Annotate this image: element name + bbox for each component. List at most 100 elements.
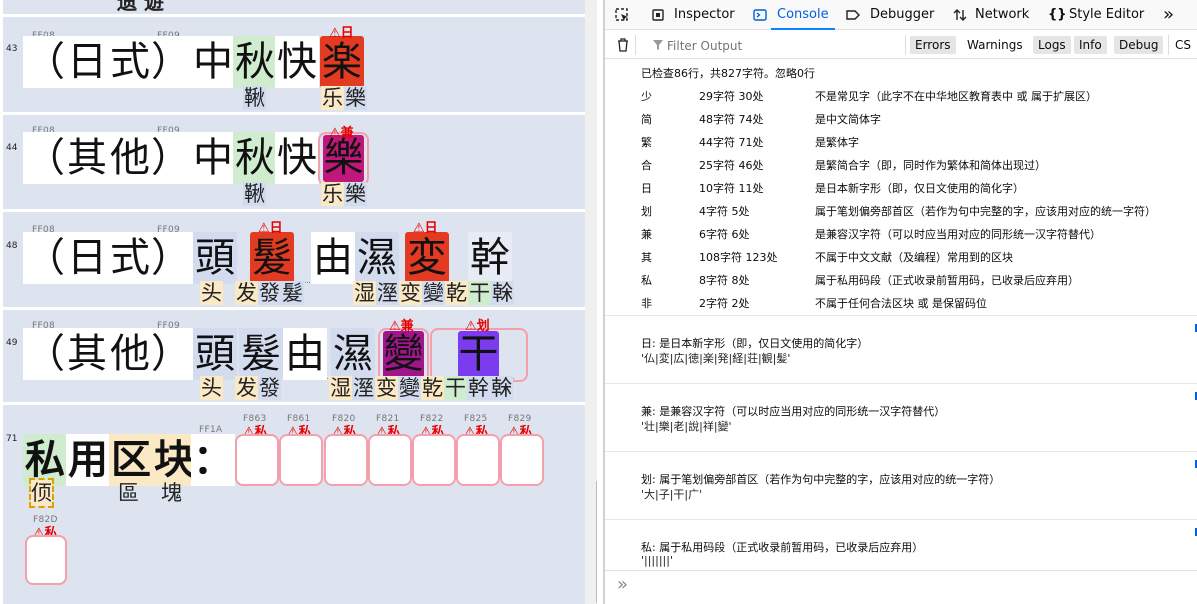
char-compat[interactable]: 變 <box>383 331 424 378</box>
char[interactable]: 式 <box>108 232 152 284</box>
line-number: 71 <box>6 434 18 444</box>
line-43: 43 FF08 FF09 （ 日 式 ） 中 秋 快 楽 ⚠日 鞦 乐樂 <box>3 17 585 112</box>
char[interactable]: 快 <box>275 36 319 88</box>
char-japanese[interactable]: 楽 <box>320 36 364 88</box>
filter-debug-button[interactable]: Debug <box>1114 36 1164 54</box>
char-private-use[interactable] <box>324 434 368 486</box>
editor-scrollbar-thumb[interactable] <box>596 480 597 604</box>
char[interactable]: 中 <box>191 132 235 184</box>
stat-row: 简 48字符 74处 是中文简体字 <box>605 108 1197 131</box>
char-simplified[interactable]: 区 <box>109 434 153 486</box>
char[interactable]: 其 <box>65 132 109 184</box>
char-japanese[interactable]: 変 <box>405 232 449 284</box>
char-compat[interactable]: 樂 <box>323 135 364 182</box>
char-traditional[interactable]: 濕 <box>355 232 399 284</box>
stat-desc: 是中文简体字 <box>815 113 881 126</box>
stat-row: 日 10字符 11处 是日本新字形（即，仅日文使用的简化字） <box>605 177 1197 200</box>
tab-style-editor[interactable]: Style Editor <box>1069 0 1144 30</box>
char[interactable]: 其 <box>65 328 109 380</box>
char[interactable]: （ <box>23 232 67 284</box>
more-tools-chevron-icon[interactable]: » <box>1163 0 1174 30</box>
char-private-use[interactable] <box>279 434 323 486</box>
tab-network[interactable]: Network <box>975 0 1029 30</box>
stat-desc: 属于私用码段（正式收录前暂用码，已收录后应弃用） <box>815 274 1079 287</box>
style-editor-icon: {} <box>1048 7 1067 22</box>
line-number: 48 <box>6 241 18 251</box>
char[interactable]: 他 <box>108 328 152 380</box>
char[interactable]: ） <box>149 232 193 284</box>
log-group: 兼: 是兼容汉字符（可以时应当用对应的同形统一汉字符替代） '壮|樂|老|說|祥… <box>605 383 1197 451</box>
line-fragment: 遗 遊 <box>3 0 585 14</box>
log-value[interactable]: '壮|樂|老|說|祥|變' <box>641 418 732 434</box>
console-input[interactable]: » <box>605 570 1197 604</box>
filter-output-input[interactable] <box>667 37 897 54</box>
line-number: 49 <box>6 338 18 348</box>
filter-css-button[interactable]: CS <box>1173 36 1191 54</box>
char-private-use[interactable] <box>500 434 544 486</box>
log-value[interactable]: '⼤|⼦|⼲|⼴' <box>641 486 702 502</box>
char-japanese[interactable]: 髮 <box>250 232 294 284</box>
filter-warnings-button[interactable]: Warnings <box>962 36 1028 54</box>
char-traditional[interactable]: 頭 <box>193 232 237 284</box>
warning-badge: ⚠日 <box>258 221 283 236</box>
char[interactable]: 用 <box>66 434 110 486</box>
char[interactable]: ： <box>191 434 235 486</box>
char-simplified[interactable]: 块 <box>152 434 196 486</box>
char-traditional[interactable]: 髮 <box>239 328 283 380</box>
stat-count: 108字符 123处 <box>699 251 778 264</box>
debugger-icon <box>846 10 860 20</box>
char[interactable]: （ <box>23 328 67 380</box>
char[interactable]: 中 <box>191 36 235 88</box>
char[interactable]: 由 <box>311 232 355 284</box>
char-private-use[interactable] <box>456 434 500 486</box>
char[interactable]: 他 <box>108 132 152 184</box>
tab-debugger[interactable]: Debugger <box>870 0 934 30</box>
char[interactable]: （ <box>23 132 67 184</box>
tab-inspector[interactable]: Inspector <box>674 0 735 30</box>
warning-badge: ⚠日 <box>413 221 438 236</box>
log-title: 日: 是日本新字形（即，仅日文使用的简化字） <box>641 337 869 350</box>
variant-sub: 乐樂 <box>321 86 367 110</box>
char-private-use[interactable] <box>368 434 412 486</box>
char[interactable]: 日 <box>65 232 109 284</box>
variant-sub: 鞦 <box>243 86 266 110</box>
char[interactable]: 日 <box>65 36 109 88</box>
inspector-icon <box>652 9 664 21</box>
element-picker-icon[interactable] <box>615 8 629 22</box>
char[interactable]: ） <box>149 132 193 184</box>
char[interactable]: ） <box>149 328 193 380</box>
char[interactable]: 快 <box>275 132 319 184</box>
tab-console[interactable]: Console <box>771 0 835 30</box>
char[interactable]: 由 <box>283 328 327 380</box>
line-number: 44 <box>6 143 18 153</box>
warning-badge: ⚠兼 <box>329 126 354 141</box>
char-traditional[interactable]: 幹 <box>468 232 512 284</box>
divider <box>905 35 906 55</box>
filter-info-button[interactable]: Info <box>1074 36 1107 54</box>
trash-icon[interactable] <box>616 37 630 53</box>
filter-errors-button[interactable]: Errors <box>910 36 956 54</box>
char-private-use[interactable] <box>412 434 456 486</box>
log-value[interactable]: '|||||||' <box>641 554 673 567</box>
char-simplified[interactable]: 私 <box>23 434 67 486</box>
char-simplified[interactable]: 秋 <box>233 36 277 88</box>
char-private-use[interactable] <box>25 535 67 585</box>
log-title: 兼: 是兼容汉字符（可以时应当用对应的同形统一汉字符替代） <box>641 405 946 418</box>
char[interactable]: 式 <box>108 36 152 88</box>
char-traditional[interactable]: 頭 <box>193 328 237 380</box>
char-radical[interactable]: 干 <box>458 331 499 378</box>
char-private-use[interactable] <box>235 434 279 486</box>
line-49: 49 FF08 FF09 （ 其 他 ） 頭 髮 由 濕 變 干 ⚠兼 ⚠划 头… <box>3 310 585 402</box>
filter-logs-button[interactable]: Logs <box>1033 36 1071 54</box>
stat-row: 划 4字符 5处 属于笔划偏旁部首区（若作为句中完整的字，应该用对应的统一字符） <box>605 200 1197 223</box>
variant-sub: 湿溼变變乾干榦 <box>353 281 514 305</box>
char-simplified[interactable]: 秋 <box>233 132 277 184</box>
char-traditional[interactable]: 濕 <box>331 328 375 380</box>
editor-lines: 遗 遊 43 FF08 FF09 （ 日 式 ） 中 秋 快 楽 ⚠日 鞦 乐樂… <box>0 0 585 604</box>
char[interactable]: ） <box>149 36 193 88</box>
stat-count: 6字符 6处 <box>699 228 750 241</box>
network-icon <box>953 9 967 21</box>
log-value[interactable]: '仏|変|広|徳|楽|発|経|荘|観|髪' <box>641 350 790 366</box>
filter-icon <box>653 40 663 50</box>
char[interactable]: （ <box>23 36 67 88</box>
